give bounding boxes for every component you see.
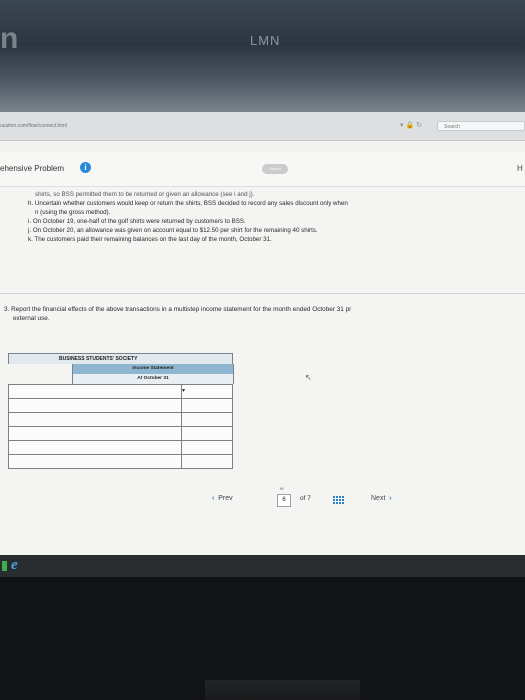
internet-explorer-icon[interactable]: e bbox=[11, 557, 18, 574]
amount-cell[interactable] bbox=[182, 455, 232, 468]
mouse-cursor-icon: ↖ bbox=[305, 373, 312, 382]
problem-item-j: j. On October 20, an allowance was given… bbox=[28, 227, 318, 234]
problem-content: shirts, so BSS permitted them to be retu… bbox=[0, 187, 525, 557]
address-bar[interactable]: ucation.com/flow/connect.html ▾ 🔒 ↻ Sear… bbox=[0, 112, 525, 141]
page-title: ehensive Problem bbox=[0, 164, 65, 173]
search-input[interactable]: Search bbox=[437, 121, 525, 131]
browser-screen: ucation.com/flow/connect.html ▾ 🔒 ↻ Sear… bbox=[0, 112, 525, 557]
page-total: of 7 bbox=[300, 495, 311, 502]
account-cell[interactable] bbox=[9, 385, 182, 398]
question-text: 3. Report the financial effects of the a… bbox=[4, 306, 352, 313]
blurred-banner: LMN bbox=[250, 33, 281, 48]
page-number-input[interactable]: 6 bbox=[277, 494, 291, 507]
question-text-continued: external use. bbox=[13, 315, 50, 322]
dropdown-arrow-icon[interactable]: ▾ bbox=[182, 387, 190, 395]
table-row bbox=[8, 455, 233, 469]
saved-status-badge: Saved bbox=[262, 164, 288, 174]
cut-off-line: shirts, so BSS permitted them to be retu… bbox=[35, 191, 255, 198]
assignment-header: ehensive Problem i Saved H bbox=[0, 152, 525, 187]
problem-item-h: h. Uncertain whether customers would kee… bbox=[28, 200, 348, 207]
account-cell[interactable] bbox=[9, 413, 182, 426]
amount-cell[interactable] bbox=[182, 441, 232, 454]
table-row bbox=[8, 441, 233, 455]
blurred-logo: n bbox=[0, 22, 19, 55]
account-cell[interactable] bbox=[9, 441, 182, 454]
statement-company-name: BUSINESS STUDENTS' SOCIETY bbox=[8, 353, 233, 364]
account-cell[interactable] bbox=[9, 399, 182, 412]
chevron-right-icon: › bbox=[389, 495, 392, 502]
account-cell[interactable] bbox=[9, 427, 182, 440]
monitor-top-background: n LMN bbox=[0, 0, 525, 112]
account-cell[interactable] bbox=[9, 455, 182, 468]
grid-view-icon[interactable] bbox=[333, 495, 344, 504]
table-row bbox=[8, 399, 233, 413]
taskbar-app-icon[interactable] bbox=[2, 561, 7, 571]
statement-title: Income Statement bbox=[72, 364, 234, 374]
income-statement-table: BUSINESS STUDENTS' SOCIETY Income Statem… bbox=[8, 353, 234, 469]
pagination: ‹ Prev ∞ 6 of 7 Next › bbox=[204, 486, 404, 507]
section-divider bbox=[0, 293, 525, 294]
amount-cell[interactable] bbox=[182, 427, 232, 440]
problem-item-h-continued: n (using the gross method). bbox=[35, 209, 111, 216]
statement-period: At October 31 bbox=[72, 374, 234, 384]
amount-cell[interactable] bbox=[182, 413, 232, 426]
link-icon: ∞ bbox=[280, 486, 284, 492]
amount-cell[interactable]: ▾ bbox=[182, 385, 232, 398]
chevron-left-icon: ‹ bbox=[212, 495, 215, 502]
taskbar: e bbox=[0, 555, 525, 577]
url-text[interactable]: ucation.com/flow/connect.html bbox=[0, 123, 67, 129]
problem-item-i: i. On October 19, one-half of the golf s… bbox=[28, 218, 246, 225]
prev-button[interactable]: ‹ Prev bbox=[212, 495, 233, 502]
info-icon[interactable]: i bbox=[80, 162, 91, 173]
question-3: 3. Report the financial effects of the a… bbox=[4, 305, 524, 323]
table-row bbox=[8, 413, 233, 427]
next-button[interactable]: Next › bbox=[371, 495, 392, 502]
amount-cell[interactable] bbox=[182, 399, 232, 412]
prev-label: Prev bbox=[218, 495, 233, 502]
bezel-reflection bbox=[205, 680, 360, 700]
table-row bbox=[8, 427, 233, 441]
next-label: Next bbox=[371, 495, 386, 502]
help-link[interactable]: H bbox=[517, 164, 523, 173]
lock-refresh-icon[interactable]: ▾ 🔒 ↻ bbox=[400, 121, 422, 129]
table-row: ▾ bbox=[8, 384, 233, 399]
problem-item-k: k. The customers paid their remaining ba… bbox=[28, 236, 272, 243]
